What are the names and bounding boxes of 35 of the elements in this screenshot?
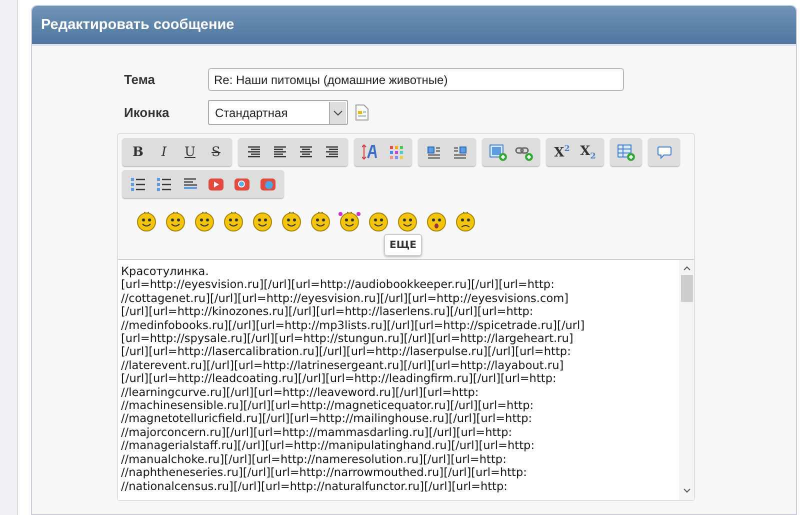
- caret-icon: [329, 102, 346, 124]
- message-text: Красотулинка. [url=http://eyesvision.ru][/url][url=http://audiobookkeeper.ru][/url][url=http: //cottagenet.ru][/url][url=http://eyesvision.ru][/url][url=http://eyesvisions.com] [/url][url=http://kinozones.ru][/url][url=http://laserlens.ru][/url][url=http: //medinfobooks.ru][/url][url=http://mp3lists.ru][/url][url=http://spicetrade.ru][/url] [url=http://spysale.ru][/url][url=http://stungun.ru][/url][url=http://largeheart.ru] [/url][url=http://lasercalibration.ru][/url][url=http://laserpulse.ru][/url][url=http: //laterevent.ru][/url][url=http://latrinesergeant.ru][/url][url=http://layabout.ru] [/url][url=http://leadcoating.ru][/url][url=http://leadingfirm.ru][/url][url=http: //learningcurve.ru][/url][url=http://leaveword.ru][/url][url=http: //machinesensible.ru][/url][url=http://magneticequator.ru][/url][url=http: //magnetotelluricfield.ru][/url][url=http://mailinghouse.ru][/url][url=http: //majorconcern.ru][/url][url=http://mammasdarling.ru][/url][url=http: //managerialstaff.ru][/url][url=http://manipulatinghand.ru][/url][url=http: //manualchoke.ru][/url][url=http://nameresolution.ru][/url][url=http: //naphtheneseries.ru][/url][url=http://narrowmouthed.ru][/url][url=http: //nationalcensus.ru][/url][url=http://naturalfunctor.ru][/url][url=http:: [120, 264, 586, 494]
- align-icon: [299, 146, 313, 158]
- color-palette-icon: [390, 146, 402, 158]
- align-icon: [325, 146, 339, 158]
- scrollbar-thumb[interactable]: [680, 275, 692, 302]
- list-icon: [157, 178, 171, 190]
- toolbar-button[interactable]: X$^{2}$: [549, 140, 575, 164]
- toolbar-button[interactable]: B: [125, 140, 151, 164]
- align-icon: [247, 146, 261, 158]
- toolbar-button[interactable]: U: [177, 140, 203, 164]
- media-icon: [208, 178, 224, 190]
- list-icon: [131, 178, 145, 190]
- speech-bubble-icon: [656, 146, 672, 158]
- media-icon: [234, 178, 250, 190]
- image-align-icon: [453, 146, 467, 158]
- media-icon: [260, 178, 276, 190]
- toolbar-button[interactable]: I: [151, 140, 177, 164]
- subject-label: Тема: [124, 72, 156, 87]
- toolbar-button[interactable]: X$_{2}$: [575, 140, 601, 164]
- scrollbar[interactable]: [679, 260, 694, 500]
- document-icon[interactable]: [355, 104, 369, 121]
- add-image-icon: [617, 144, 635, 160]
- horizontal-rule-icon: [182, 178, 198, 190]
- panel-title: Редактировать сообщение: [41, 17, 234, 33]
- font-size-icon: [362, 144, 378, 160]
- toolbar-button[interactable]: S: [203, 140, 229, 164]
- image-align-icon: [427, 146, 441, 158]
- align-icon: [273, 146, 287, 158]
- icon-select[interactable]: Стандартная: [208, 100, 348, 125]
- message-textarea[interactable]: [118, 259, 694, 500]
- more-smileys-button[interactable]: ЕЩЕ: [384, 234, 422, 256]
- add-image-icon: [489, 144, 507, 160]
- icon-label: Иконка: [124, 105, 170, 120]
- subject-input[interactable]: Re: Наши питомцы (домашние животные): [208, 68, 624, 91]
